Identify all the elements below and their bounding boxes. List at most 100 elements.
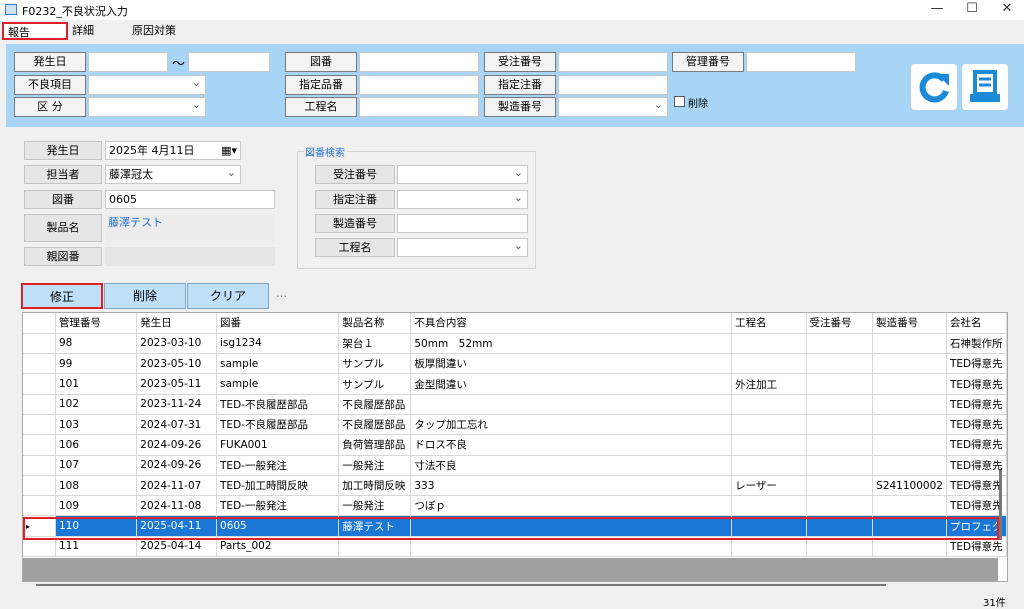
table-cell[interactable]: 板厚間違い	[410, 353, 733, 375]
table-cell[interactable]: 2023-05-10	[136, 353, 218, 375]
table-cell[interactable]: sample	[216, 373, 340, 395]
table-cell[interactable]: isg1234	[216, 333, 340, 355]
table-cell[interactable]: 107	[55, 455, 138, 476]
table-cell[interactable]: 不良履歴部品	[338, 394, 412, 415]
maximize-icon[interactable]: ☐	[955, 0, 989, 20]
table-cell[interactable]	[338, 536, 412, 558]
table-cell[interactable]: 架台１	[338, 333, 412, 355]
table-cell[interactable]	[806, 373, 874, 395]
col-header-seizo[interactable]: 製造番号	[872, 313, 947, 334]
table-cell[interactable]: 一般発注	[338, 455, 412, 476]
row-header[interactable]: ▸	[23, 515, 56, 537]
search-shitei-select[interactable]	[397, 190, 528, 209]
results-grid[interactable]: 管理番号 発生日 図番 製品名称 不具合内容 工程名 受注番号 製造番号 会社名…	[22, 312, 1008, 582]
table-cell[interactable]: 外注加工	[731, 373, 807, 395]
table-cell[interactable]: TED得意先	[946, 434, 1007, 456]
table-cell[interactable]: 101	[55, 373, 138, 395]
search-seizo-input[interactable]	[397, 214, 528, 233]
table-cell[interactable]	[872, 373, 947, 395]
col-header-seihin[interactable]: 製品名称	[338, 313, 412, 334]
tab-countermeasure[interactable]: 原因対策	[128, 22, 180, 40]
table-cell[interactable]: 2024-09-26	[136, 434, 218, 456]
table-cell[interactable]: タップ加工忘れ	[410, 414, 733, 436]
zuban-input[interactable]: 0605	[105, 190, 275, 209]
table-cell[interactable]: つぼｐ	[410, 495, 733, 517]
search-koteimei-select[interactable]	[397, 238, 528, 257]
table-cell[interactable]: 金型間違い	[410, 373, 733, 395]
filter-kubun-select[interactable]	[88, 97, 206, 117]
table-cell[interactable]: FUKA001	[216, 434, 340, 456]
table-cell[interactable]	[872, 455, 947, 476]
col-header-juchu[interactable]: 受注番号	[806, 313, 874, 334]
table-cell[interactable]	[410, 536, 733, 558]
table-cell[interactable]: 99	[55, 353, 138, 375]
table-row[interactable]: 103 2024-07-31 TED-不良履歴部品 不良履歴部品 タップ加工忘れ TED得…	[23, 414, 1007, 436]
row-header[interactable]	[23, 394, 56, 415]
table-cell[interactable]	[731, 394, 807, 415]
col-header-hassei[interactable]: 発生日	[136, 313, 218, 334]
table-row[interactable]: 108 2024-11-07 TED-加工時間反映 加工時間反映 333 レーザー S241…	[23, 475, 1007, 497]
table-cell[interactable]: 333	[410, 475, 733, 497]
table-cell[interactable]: 負荷管理部品	[338, 434, 412, 456]
print-button[interactable]	[962, 64, 1008, 110]
table-cell[interactable]: TED-一般発注	[216, 455, 340, 476]
delete-button[interactable]: 削除	[104, 283, 186, 309]
clear-button[interactable]: クリア	[187, 283, 269, 309]
table-cell[interactable]	[806, 353, 874, 375]
table-cell[interactable]: 102	[55, 394, 138, 415]
table-cell[interactable]	[806, 414, 874, 436]
filter-juchu-input[interactable]	[558, 52, 668, 72]
row-header[interactable]	[23, 353, 56, 375]
table-cell[interactable]	[806, 536, 874, 558]
col-header-koteimei[interactable]: 工程名	[731, 313, 807, 334]
delete-checkbox[interactable]	[674, 96, 685, 107]
table-cell[interactable]	[872, 515, 947, 537]
edit-button[interactable]: 修正	[21, 283, 103, 309]
table-cell[interactable]	[872, 495, 947, 517]
table-cell[interactable]	[731, 353, 807, 375]
row-header[interactable]	[23, 414, 56, 436]
table-cell[interactable]: sample	[216, 353, 340, 375]
col-header-fuguai[interactable]: 不具合内容	[410, 313, 733, 334]
table-cell[interactable]	[806, 475, 874, 497]
table-cell[interactable]: TED得意先	[946, 455, 1007, 476]
vertical-scroll-thumb[interactable]	[999, 470, 1002, 540]
tab-detail[interactable]: 詳細	[68, 22, 98, 40]
table-cell[interactable]: TED得意先	[946, 394, 1007, 415]
table-cell[interactable]	[731, 333, 807, 355]
table-cell[interactable]	[731, 414, 807, 436]
table-cell[interactable]: 2024-11-08	[136, 495, 218, 517]
table-row[interactable]: 101 2023-05-11 sample サンプル 金型間違い 外注加工 TED得意先	[23, 373, 1007, 395]
table-cell[interactable]: TED得意先	[946, 475, 1007, 497]
row-header[interactable]	[23, 475, 56, 497]
table-cell[interactable]	[731, 515, 807, 537]
table-row[interactable]: 98 2023-03-10 isg1234 架台１ 50mm 52mm 石神製作所	[23, 333, 1007, 355]
table-cell[interactable]	[731, 536, 807, 558]
table-row[interactable]: 106 2024-09-26 FUKA001 負荷管理部品 ドロス不良 TED得意先	[23, 434, 1007, 456]
table-cell[interactable]: プロフェク	[946, 515, 1007, 537]
filter-furyo-select[interactable]	[88, 75, 206, 95]
table-cell[interactable]: TED得意先	[946, 373, 1007, 395]
filter-hassei-to-input[interactable]	[188, 52, 270, 72]
horizontal-scrollbar[interactable]	[22, 582, 1008, 594]
table-cell[interactable]: レーザー	[731, 475, 807, 497]
table-row[interactable]: 109 2024-11-08 TED-一般発注 一般発注 つぼｐ TED得意先	[23, 495, 1007, 517]
close-icon[interactable]: ✕	[990, 0, 1024, 20]
table-cell[interactable]: TED得意先	[946, 536, 1007, 558]
table-cell[interactable]	[872, 536, 947, 558]
table-row[interactable]: 111 2025-04-14 Parts_002 TED得意先	[23, 536, 1007, 558]
search-juchu-select[interactable]	[397, 165, 528, 184]
table-cell[interactable]: TED-不良履歴部品	[216, 414, 340, 436]
hassei-date-picker[interactable]: 2025年 4月11日 ▦▾	[105, 141, 241, 160]
table-row[interactable]: 102 2023-11-24 TED-不良履歴部品 不良履歴部品 TED得意先	[23, 394, 1007, 415]
table-cell[interactable]: 2023-03-10	[136, 333, 218, 355]
table-cell[interactable]	[806, 455, 874, 476]
table-cell[interactable]: 2024-11-07	[136, 475, 218, 497]
table-cell[interactable]: 寸法不良	[410, 455, 733, 476]
table-cell[interactable]: 不良履歴部品	[338, 414, 412, 436]
table-cell[interactable]: 一般発注	[338, 495, 412, 517]
filter-koteimei-input[interactable]	[359, 97, 479, 117]
row-header[interactable]	[23, 373, 56, 395]
table-cell[interactable]: 98	[55, 333, 138, 355]
table-cell[interactable]: TED得意先	[946, 495, 1007, 517]
